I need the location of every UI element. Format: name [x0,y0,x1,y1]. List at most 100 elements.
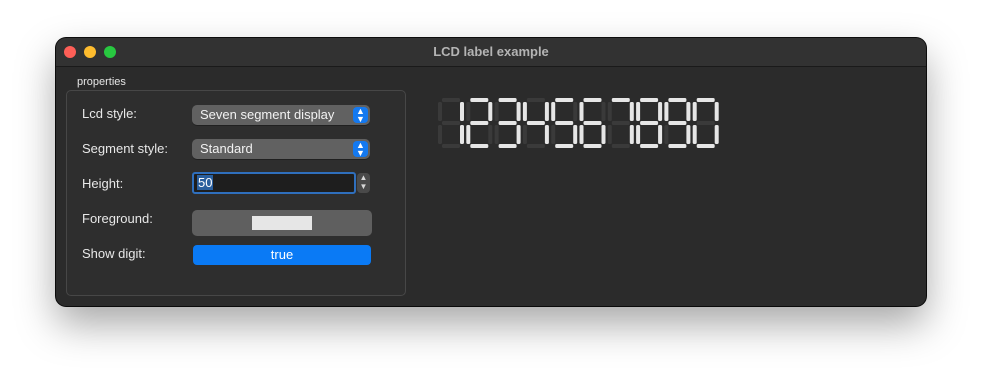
foreground-label: Foreground: [82,211,153,226]
lcd-digit-0 [692,98,719,148]
lcd-segment-d [583,144,602,148]
foreground-color-swatch [252,216,312,230]
lcd-segment-f [607,102,612,121]
lcd-segment-a [470,98,489,102]
lcd-segment-d [640,144,659,148]
lcd-segment-c [544,125,549,144]
lcd-segment-e [466,125,471,144]
lcd-segment-a [442,98,460,102]
lcd-segment-g [696,121,715,125]
properties-group-title: properties [77,76,126,88]
lcd-segment-d [442,144,460,148]
lcd-style-combo[interactable]: Seven segment display ▲ ▼ [192,105,370,125]
lcd-segment-e [607,125,612,144]
lcd-segment-c [629,125,634,144]
lcd-segment-a [611,98,630,102]
lcd-segment-a [526,98,545,102]
chevron-updown-icon: ▲ ▼ [353,141,368,158]
lcd-segment-c [573,125,578,144]
lcd-segment-b [601,102,606,121]
lcd-segment-b [658,102,663,121]
height-label: Height: [82,176,124,191]
lcd-segment-e [438,125,442,144]
lcd-segment-g [640,121,659,125]
lcd-segment-c [714,125,719,144]
title-bar: LCD label example [56,38,926,67]
lcd-segment-e [579,125,584,144]
lcd-segment-d [526,144,545,148]
lcd-segment-d [668,144,687,148]
lcd-segment-c [516,125,521,144]
lcd-digit-9 [664,98,691,148]
lcd-segment-g [498,121,517,125]
lcd-segment-b [686,102,691,121]
lcd-segment-f [466,102,471,121]
show-digit-button[interactable]: true [193,245,371,265]
lcd-digit-7 [607,98,634,148]
lcd-segment-g [668,121,687,125]
lcd-digit-6 [579,98,606,148]
lcd-digit-3 [494,98,521,148]
lcd-segment-g [526,121,545,125]
lcd-segment-b [516,102,521,121]
lcd-segment-c [601,125,606,144]
lcd-segment-g [442,121,460,125]
height-spinbox-input[interactable]: 50 [192,172,356,194]
lcd-segment-g [611,121,630,125]
foreground-color-button[interactable] [192,210,372,236]
lcd-segment-b [460,102,464,121]
lcd-segment-a [583,98,602,102]
lcd-segment-e [494,125,499,144]
lcd-digit-4 [522,98,549,148]
lcd-segment-b [629,102,634,121]
lcd-segment-c [658,125,663,144]
lcd-style-label: Lcd style: [82,106,137,121]
lcd-segment-f [636,102,641,121]
lcd-segment-d [696,144,715,148]
lcd-segment-f [522,102,527,121]
lcd-segment-c [686,125,691,144]
lcd-segment-a [640,98,659,102]
show-digit-label: Show digit: [82,246,146,261]
lcd-segment-e [692,125,697,144]
height-stepper[interactable]: ▲ ▼ [357,173,370,193]
lcd-segment-e [664,125,669,144]
lcd-segment-f [551,102,556,121]
segment-style-combo[interactable]: Standard ▲ ▼ [192,139,370,159]
lcd-segment-f [438,102,442,121]
lcd-digit-2 [466,98,493,148]
lcd-segment-f [579,102,584,121]
lcd-segment-a [555,98,574,102]
app-window: LCD label example properties Lcd style: … [56,38,926,306]
window-title: LCD label example [433,44,549,59]
lcd-segment-b [573,102,578,121]
lcd-segment-g [583,121,602,125]
lcd-number-display [438,98,719,148]
lcd-segment-a [668,98,687,102]
lcd-segment-f [664,102,669,121]
segment-style-value: Standard [200,141,253,156]
lcd-segment-e [522,125,527,144]
lcd-segment-d [498,144,517,148]
lcd-style-value: Seven segment display [200,107,335,122]
lcd-segment-f [494,102,499,121]
lcd-segment-f [692,102,697,121]
lcd-segment-d [555,144,574,148]
segment-style-label: Segment style: [82,141,168,156]
lcd-segment-e [551,125,556,144]
chevron-updown-icon: ▲ ▼ [353,107,368,124]
lcd-digit-1 [438,98,464,148]
lcd-segment-b [714,102,719,121]
lcd-segment-b [544,102,549,121]
lcd-segment-c [460,125,464,144]
lcd-segment-e [636,125,641,144]
lcd-segment-d [470,144,489,148]
lcd-segment-c [488,125,493,144]
height-value: 50 [197,175,214,190]
lcd-segment-d [611,144,630,148]
lcd-segment-g [555,121,574,125]
lcd-digit-5 [551,98,578,148]
lcd-segment-g [470,121,489,125]
lcd-segment-a [498,98,517,102]
lcd-segment-a [696,98,715,102]
